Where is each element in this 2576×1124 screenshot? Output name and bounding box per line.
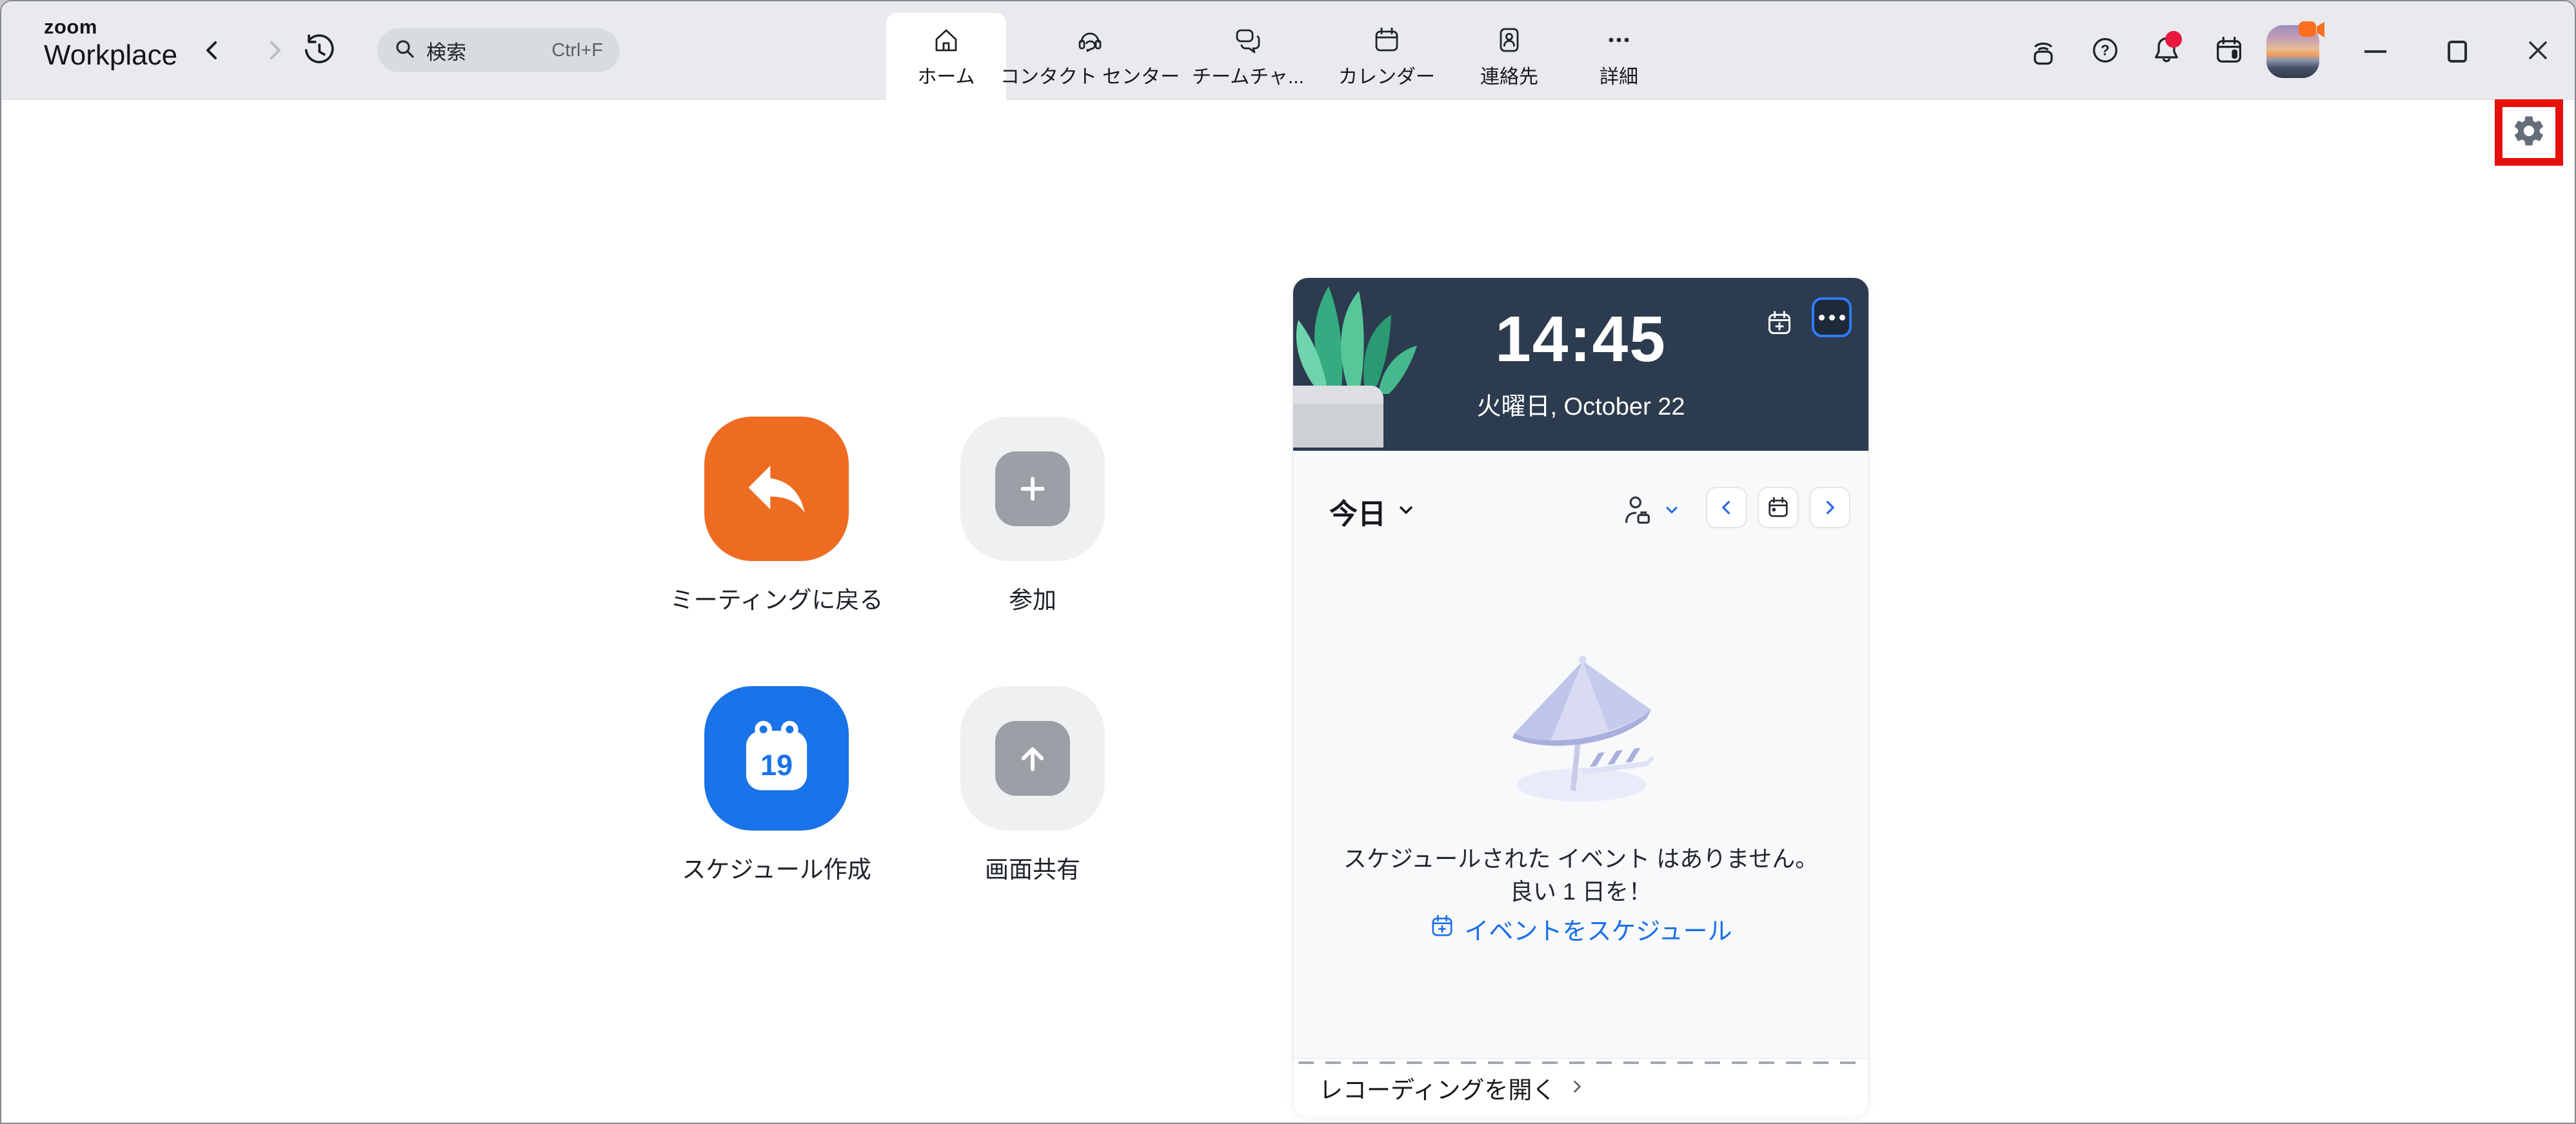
- contact-card-icon: [1494, 23, 1525, 57]
- attendee-filter-dropdown[interactable]: [1621, 493, 1680, 530]
- person-filter-icon: [1621, 493, 1654, 530]
- widget-toolbar: 今日: [1293, 487, 1868, 532]
- empty-state-line1: スケジュールされた イベント はありません。: [1293, 840, 1868, 874]
- settings-button-highlight[interactable]: [2495, 99, 2563, 166]
- titlebar: zoom Workplace: [1, 1, 2575, 100]
- calendar-add-button[interactable]: [1765, 309, 1794, 340]
- plus-icon: [995, 451, 1070, 526]
- open-recordings-label: レコーディングを開く: [1319, 1070, 1556, 1105]
- reply-arrow-icon: [739, 450, 814, 528]
- calendar-19-icon: 19: [740, 718, 813, 799]
- tab-label: ホーム: [917, 61, 975, 89]
- date-range-dropdown[interactable]: 今日: [1329, 491, 1416, 532]
- back-button[interactable]: [194, 34, 230, 70]
- join-label: 参加: [891, 580, 1174, 615]
- tab-home[interactable]: ホーム: [886, 13, 1006, 100]
- history-clock-icon: [301, 34, 334, 70]
- connect-device-icon: [2026, 34, 2060, 70]
- calendar-icon: [1371, 23, 1402, 57]
- calendar-apps-icon: [2212, 34, 2246, 70]
- maximize-button[interactable]: [2435, 29, 2480, 74]
- return-to-meeting-label: ミーティングに戻る: [635, 580, 918, 615]
- dot: [1819, 315, 1825, 320]
- tab-more[interactable]: 詳細: [1567, 13, 1670, 100]
- chat-bubbles-icon: [1233, 23, 1263, 57]
- prev-day-button[interactable]: [1706, 487, 1747, 528]
- tab-label: カレンダー: [1338, 61, 1435, 89]
- search-shortcut: Ctrl+F: [551, 40, 603, 61]
- forward-button[interactable]: [257, 34, 293, 70]
- home-icon: [931, 23, 962, 57]
- dot: [1829, 315, 1835, 320]
- tab-label: チームチャ...: [1192, 61, 1304, 89]
- today-calendar-button[interactable]: [1758, 487, 1799, 528]
- tab-label: コンタクト センター: [1000, 61, 1180, 89]
- search-placeholder: 検索: [426, 36, 466, 65]
- clock-date: 火曜日, October 22: [1293, 386, 1868, 422]
- chevron-down-icon: [1396, 500, 1416, 523]
- tab-contact-center[interactable]: コンタクト センター: [1006, 13, 1174, 100]
- dot: [1839, 315, 1845, 320]
- notification-badge: [2165, 31, 2182, 48]
- beach-umbrella-illustration: [1485, 639, 1678, 810]
- history-button[interactable]: [299, 34, 335, 70]
- headset-icon: [1075, 23, 1105, 57]
- logo-workplace: Workplace: [44, 41, 177, 70]
- schedule-event-label: イベントをスケジュール: [1464, 911, 1732, 947]
- return-to-meeting-button[interactable]: [704, 417, 849, 561]
- ellipsis-icon: [1603, 23, 1634, 57]
- camera-badge-icon: [2297, 19, 2327, 44]
- close-button[interactable]: [2515, 29, 2561, 74]
- tab-label: 連絡先: [1480, 61, 1538, 89]
- notifications-button[interactable]: [2146, 31, 2187, 72]
- chevron-down-icon: [1663, 502, 1680, 522]
- bell-icon: [2150, 34, 2183, 70]
- gear-icon: [2511, 113, 2547, 152]
- svg-text:?: ?: [2101, 41, 2110, 58]
- app-logo: zoom Workplace: [44, 17, 177, 70]
- tab-team-chat[interactable]: チームチャ...: [1174, 13, 1322, 100]
- widget-more-button[interactable]: [1812, 297, 1852, 337]
- chevron-right-icon: [1569, 1078, 1585, 1098]
- avatar[interactable]: [2266, 25, 2319, 78]
- chevron-right-icon: [263, 38, 287, 66]
- zoom-workplace-window: zoom Workplace: [0, 0, 2576, 1124]
- schedule-event-link[interactable]: イベントをスケジュール: [1293, 911, 1868, 947]
- help-button[interactable]: ?: [2085, 31, 2126, 72]
- minimize-icon: [2364, 50, 2386, 53]
- arrow-up-icon: [995, 721, 1070, 796]
- tab-calendar[interactable]: カレンダー: [1322, 13, 1451, 100]
- help-icon: ?: [2088, 34, 2122, 70]
- search-icon: [394, 38, 416, 63]
- chevron-left-icon: [200, 38, 224, 66]
- empty-state-line2: 良い 1 日を！: [1293, 873, 1868, 907]
- next-day-button[interactable]: [1809, 487, 1850, 528]
- clock-card: 14:45 火曜日, October 22: [1293, 278, 1868, 451]
- schedule-label: スケジュール作成: [635, 850, 918, 885]
- schedule-button[interactable]: 19: [704, 686, 849, 831]
- calendar-apps-button[interactable]: [2208, 31, 2250, 72]
- share-screen-label: 画面共有: [891, 850, 1174, 885]
- calendar-widget-panel: 14:45 火曜日, October 22 今日: [1293, 277, 1869, 1117]
- tab-contacts[interactable]: 連絡先: [1451, 13, 1567, 100]
- minimize-button[interactable]: [2353, 29, 2398, 74]
- logo-zoom: zoom: [44, 17, 177, 38]
- calendar-add-icon: [1429, 913, 1455, 945]
- open-recordings-row[interactable]: レコーディングを開く: [1293, 1058, 1868, 1117]
- search-input[interactable]: 検索 Ctrl+F: [377, 28, 620, 72]
- maximize-icon: [2448, 41, 2467, 63]
- main-tabs: ホーム コンタクト センター: [886, 1, 1670, 100]
- date-range-label: 今日: [1329, 491, 1386, 532]
- connect-device-button[interactable]: [2023, 31, 2064, 72]
- join-button[interactable]: [960, 417, 1105, 561]
- share-screen-button[interactable]: [960, 686, 1105, 831]
- calendar-day-number: 19: [760, 748, 793, 781]
- close-icon: [2526, 39, 2550, 65]
- tab-label: 詳細: [1600, 61, 1638, 89]
